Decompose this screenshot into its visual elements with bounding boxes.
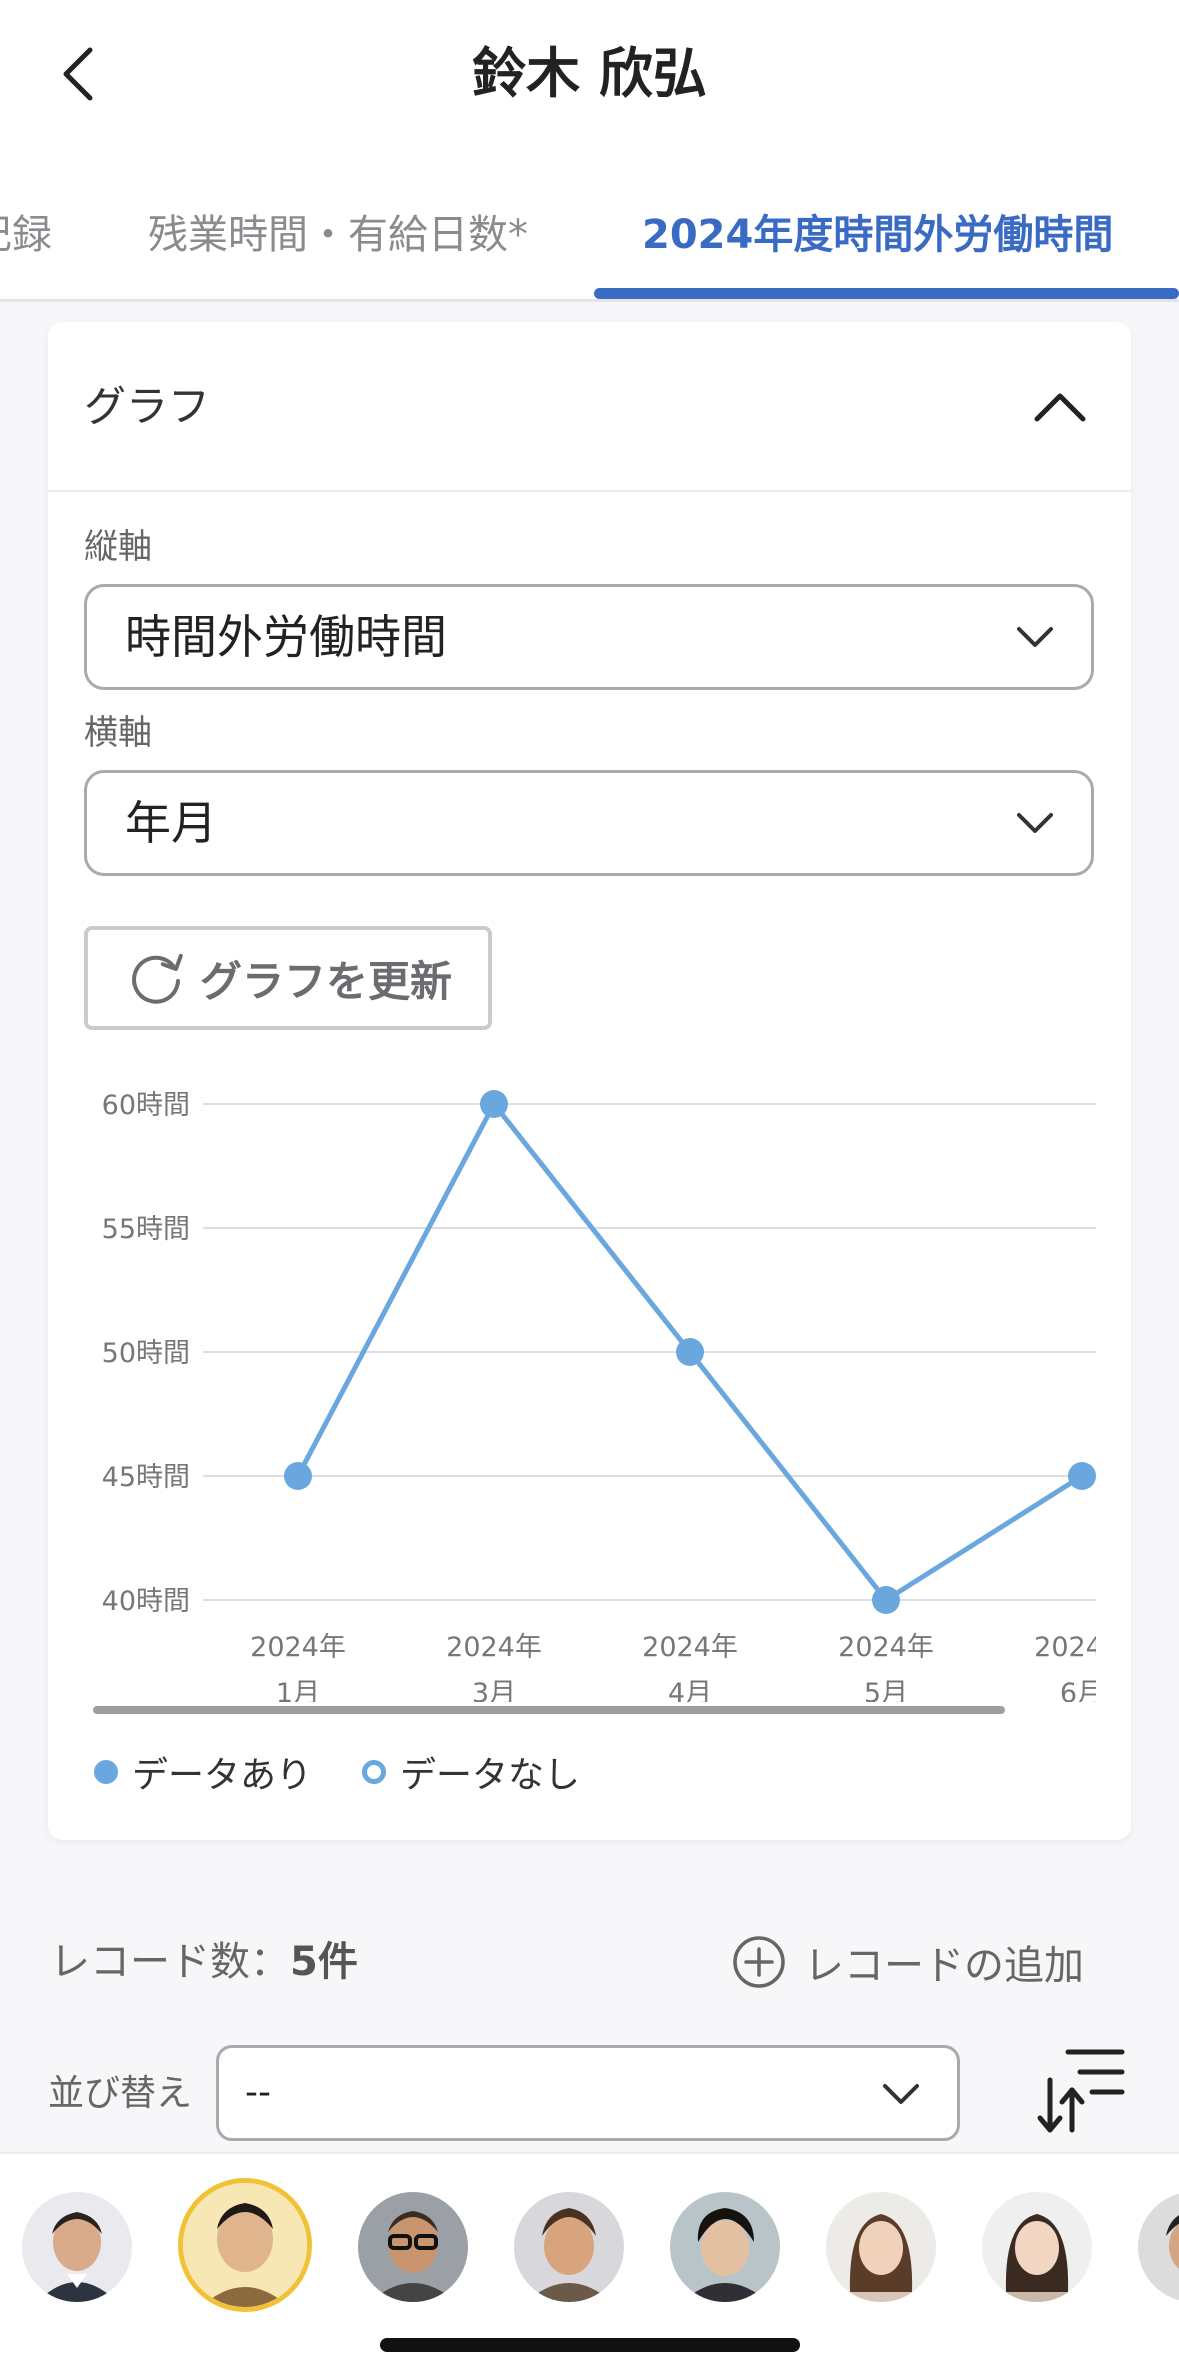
sort-order-icon xyxy=(1037,2049,1125,2133)
data-point xyxy=(676,1338,704,1366)
sort-label: 並び替え xyxy=(48,2073,193,2114)
active-tab-indicator xyxy=(594,288,1179,299)
chart-scrollbar[interactable] xyxy=(93,1706,1005,1714)
chevron-down-icon xyxy=(883,2084,919,2104)
chart-legend: データあり データなし xyxy=(94,1742,630,1802)
refresh-icon xyxy=(132,953,183,1004)
person-avatar-icon xyxy=(22,2192,132,2302)
y-tick-label: 55時間 xyxy=(102,1214,190,1245)
y-tick-label: 50時間 xyxy=(102,1338,190,1369)
tab-2024-overtime[interactable]: 2024年度時間外労働時間 xyxy=(642,200,1113,270)
sort-order-button[interactable] xyxy=(1036,2044,1126,2140)
sort-select[interactable]: -- xyxy=(216,2045,960,2141)
refresh-graph-button[interactable]: グラフを更新 xyxy=(84,926,492,1030)
record-count: レコード数：5件 xyxy=(50,1932,358,1992)
tab-records[interactable]: 記録 xyxy=(0,200,52,270)
tab-overtime-paid-leave[interactable]: 残業時間・有給日数* xyxy=(148,200,528,270)
person-avatar-icon xyxy=(183,2183,307,2307)
person-avatar-icon xyxy=(670,2192,780,2302)
refresh-graph-label: グラフを更新 xyxy=(200,956,453,1006)
avatar[interactable] xyxy=(514,2192,624,2302)
avatar[interactable] xyxy=(22,2192,132,2302)
data-point xyxy=(480,1090,508,1118)
graph-card-header[interactable]: グラフ xyxy=(48,322,1131,492)
legend-no-data-label: データなし xyxy=(400,1755,581,1796)
horizontal-axis-value: 年月 xyxy=(125,796,217,850)
avatar[interactable] xyxy=(826,2192,936,2302)
data-point xyxy=(284,1462,312,1490)
page-title: 鈴木 欣弘 xyxy=(472,42,707,105)
record-count-value: 5件 xyxy=(290,1939,358,1985)
avatar[interactable] xyxy=(1138,2192,1179,2302)
y-tick-label: 45時間 xyxy=(102,1462,190,1493)
graph-card: グラフ 縦軸 時間外労働時間 横軸 年月 グラフを更新 40時間 45時間 50時 xyxy=(48,322,1131,1840)
data-point xyxy=(1068,1462,1096,1490)
x-tick-label: 2024年 1月 xyxy=(250,1632,346,1702)
x-tick-label: 2024年 6月 xyxy=(1034,1632,1130,1702)
horizontal-axis-label: 横軸 xyxy=(84,713,152,753)
hollow-dot-icon xyxy=(362,1760,387,1784)
data-point xyxy=(872,1586,900,1614)
plus-circle-icon xyxy=(733,1936,785,1988)
sort-value: -- xyxy=(245,2072,271,2113)
chevron-up-icon xyxy=(1034,393,1086,422)
home-indicator xyxy=(380,2338,800,2352)
chevron-down-icon xyxy=(1017,813,1053,833)
graph-card-title: グラフ xyxy=(84,382,211,431)
avatar[interactable] xyxy=(670,2192,780,2302)
record-count-label: レコード数： xyxy=(50,1939,290,1985)
x-tick-label: 2024年 5月 xyxy=(838,1632,934,1702)
vertical-axis-label: 縦軸 xyxy=(84,527,152,567)
add-record-button[interactable]: レコードの追加 xyxy=(732,1932,1084,1992)
person-avatar-icon xyxy=(1138,2192,1179,2302)
y-tick-label: 40時間 xyxy=(102,1586,190,1617)
legend-item-with-data: データあり xyxy=(94,1746,312,1798)
avatar-selected[interactable] xyxy=(178,2178,312,2312)
legend-item-no-data: データなし xyxy=(362,1746,580,1798)
add-record-label: レコードの追加 xyxy=(804,1943,1084,1989)
avatar[interactable] xyxy=(358,2192,468,2302)
y-tick-label: 60時間 xyxy=(102,1090,190,1121)
filled-dot-icon xyxy=(94,1760,118,1784)
x-tick-label: 2024年 3月 xyxy=(446,1632,542,1702)
overtime-line-chart: 40時間 45時間 50時間 55時間 60時間 2024年 1月 2024年 3月 2024年… xyxy=(102,1090,1130,1702)
vertical-axis-value: 時間外労働時間 xyxy=(125,610,447,664)
legend-with-data-label: データあり xyxy=(132,1755,313,1796)
person-avatar-icon xyxy=(358,2192,468,2302)
horizontal-axis-select[interactable]: 年月 xyxy=(84,770,1094,876)
avatar[interactable] xyxy=(982,2192,1092,2302)
x-tick-label: 2024年 4月 xyxy=(642,1632,738,1702)
app-header: 鈴木 欣弘 xyxy=(0,0,1179,160)
vertical-axis-select[interactable]: 時間外労働時間 xyxy=(84,584,1094,690)
collapse-button[interactable] xyxy=(1025,372,1095,442)
person-avatar-icon xyxy=(982,2192,1092,2302)
tab-bar: 記録 残業時間・有給日数* 2024年度時間外労働時間 xyxy=(0,160,1179,302)
person-avatar-icon xyxy=(826,2192,936,2302)
chevron-down-icon xyxy=(1017,627,1053,647)
person-avatar-icon xyxy=(514,2192,624,2302)
